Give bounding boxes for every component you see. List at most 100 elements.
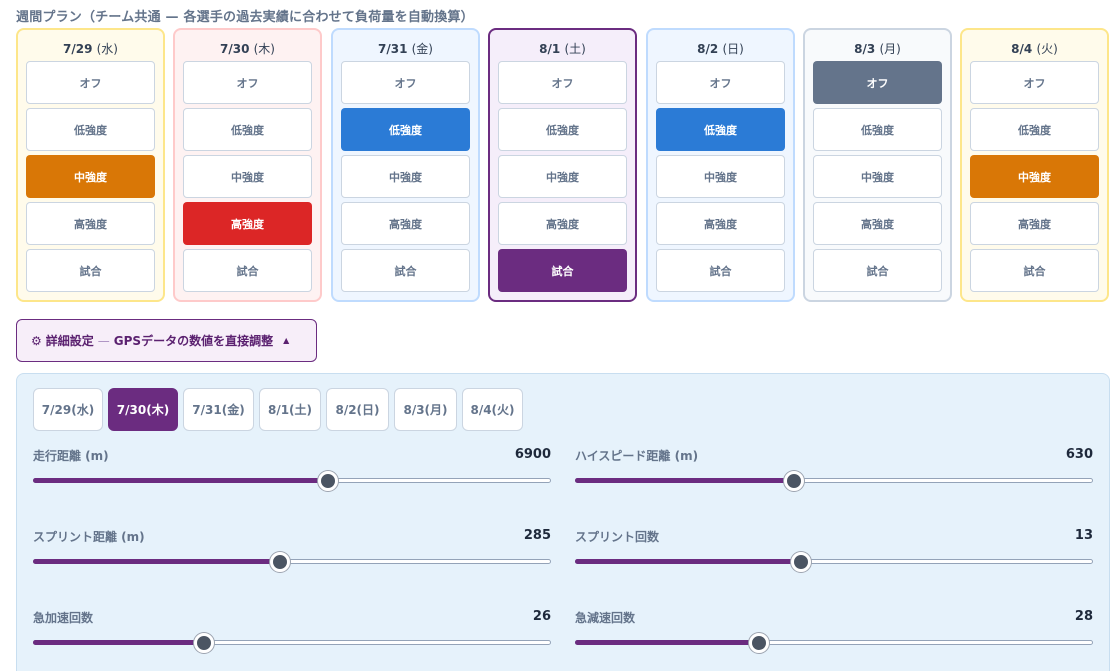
gear-icon: ⚙: [31, 333, 42, 348]
gps-slider: 走行距離 (m) 6900: [33, 447, 551, 517]
day-tab[interactable]: 8/1(土): [259, 388, 321, 431]
day-header: 7/29 (水): [18, 40, 163, 57]
intensity-option[interactable]: 中強度: [498, 155, 627, 198]
slider-track[interactable]: [575, 640, 1093, 645]
day-date: 8/3: [854, 42, 876, 56]
intensity-option[interactable]: 試合: [813, 249, 942, 292]
intensity-option[interactable]: 低強度: [498, 108, 627, 151]
detail-settings-description: GPSデータの数値を直接調整: [113, 334, 274, 348]
day-date: 8/2: [697, 42, 719, 56]
slider-track[interactable]: [575, 559, 1093, 564]
gps-slider: スプリント回数 13: [575, 528, 1093, 598]
intensity-option[interactable]: オフ: [498, 61, 627, 104]
slider-track[interactable]: [33, 559, 551, 564]
slider-value: 13: [1074, 528, 1093, 543]
intensity-option[interactable]: オフ: [970, 61, 1099, 104]
slider-value: 6900: [514, 447, 551, 462]
intensity-option[interactable]: 低強度: [183, 108, 312, 151]
day-column: 8/4 (火) オフ 低強度 中強度 高強度 試合: [960, 28, 1109, 302]
intensity-option[interactable]: オフ: [183, 61, 312, 104]
day-header: 8/3 (月): [805, 40, 950, 57]
day-tab[interactable]: 8/4(火): [462, 388, 523, 431]
slider-label: スプリント距離 (m): [33, 530, 145, 544]
slider-fill: [33, 640, 204, 645]
day-tab[interactable]: 7/30(木): [108, 388, 178, 431]
intensity-option[interactable]: 高強度: [813, 202, 942, 245]
slider-fill: [33, 478, 328, 483]
intensity-option[interactable]: 低強度: [341, 108, 470, 151]
slider-fill: [575, 478, 794, 483]
intensity-option[interactable]: オフ: [813, 61, 942, 104]
intensity-option[interactable]: 中強度: [813, 155, 942, 198]
intensity-option[interactable]: 中強度: [970, 155, 1099, 198]
slider-thumb[interactable]: [193, 633, 214, 653]
day-column: 8/1 (土) オフ 低強度 中強度 高強度 試合: [488, 28, 637, 302]
intensity-option[interactable]: オフ: [26, 61, 155, 104]
day-header: 7/31 (金): [333, 40, 478, 57]
slider-track[interactable]: [575, 478, 1093, 483]
slider-value: 285: [523, 528, 551, 543]
slider-value: 630: [1065, 447, 1093, 462]
slider-value: 28: [1074, 609, 1093, 624]
day-column: 7/30 (木) オフ 低強度 中強度 高強度 試合: [173, 28, 322, 302]
slider-value: 26: [532, 609, 551, 624]
intensity-option[interactable]: 高強度: [26, 202, 155, 245]
detail-settings-toggle[interactable]: ⚙ 詳細設定 — GPSデータの数値を直接調整 ▲: [16, 319, 317, 362]
intensity-option[interactable]: 低強度: [813, 108, 942, 151]
intensity-option[interactable]: 中強度: [656, 155, 785, 198]
detail-settings-panel: 7/29(水) 7/30(木) 7/31(金) 8/1(土) 8/2(日) 8/3(月) 8…: [16, 373, 1110, 671]
slider-label: 走行距離 (m): [33, 449, 109, 463]
day-tab[interactable]: 7/31(金): [183, 388, 254, 431]
intensity-option[interactable]: 試合: [656, 249, 785, 292]
intensity-option[interactable]: 試合: [183, 249, 312, 292]
slider-track[interactable]: [33, 478, 551, 483]
gps-slider: スプリント距離 (m) 285: [33, 528, 551, 598]
intensity-option[interactable]: オフ: [341, 61, 470, 104]
slider-track[interactable]: [33, 640, 551, 645]
intensity-option[interactable]: 高強度: [656, 202, 785, 245]
intensity-option[interactable]: 中強度: [183, 155, 312, 198]
day-column: 8/3 (月) オフ 低強度 中強度 高強度 試合: [803, 28, 952, 302]
day-column: 7/29 (水) オフ 低強度 中強度 高強度 試合: [16, 28, 165, 302]
day-weekday: (木): [253, 42, 275, 56]
intensity-option[interactable]: 高強度: [341, 202, 470, 245]
intensity-option[interactable]: 高強度: [498, 202, 627, 245]
slider-thumb[interactable]: [791, 552, 812, 572]
intensity-option[interactable]: 高強度: [970, 202, 1099, 245]
day-column: 8/2 (日) オフ 低強度 中強度 高強度 試合: [646, 28, 795, 302]
day-date: 7/31: [378, 42, 408, 56]
day-weekday: (金): [411, 42, 433, 56]
slider-fill: [33, 559, 280, 564]
intensity-option[interactable]: 中強度: [341, 155, 470, 198]
intensity-option[interactable]: 高強度: [183, 202, 312, 245]
day-tab[interactable]: 8/3(月): [394, 388, 457, 431]
gps-slider: ハイスピード距離 (m) 630: [575, 447, 1093, 517]
intensity-option[interactable]: オフ: [656, 61, 785, 104]
slider-thumb[interactable]: [748, 633, 769, 653]
day-weekday: (土): [564, 42, 586, 56]
day-weekday: (月): [879, 42, 901, 56]
day-tab[interactable]: 8/2(日): [326, 388, 389, 431]
day-header: 7/30 (木): [175, 40, 320, 57]
intensity-option[interactable]: 低強度: [26, 108, 155, 151]
detail-settings-label: 詳細設定: [45, 334, 94, 348]
slider-fill: [575, 559, 801, 564]
slider-thumb[interactable]: [784, 471, 805, 491]
day-tab[interactable]: 7/29(水): [33, 388, 103, 431]
intensity-option[interactable]: 試合: [341, 249, 470, 292]
weekly-plan-days: 7/29 (水) オフ 低強度 中強度 高強度 試合 7/30 (木) オフ 低強度 中強度 高強度…: [16, 28, 1110, 302]
slider-thumb[interactable]: [270, 552, 291, 572]
day-header: 8/1 (土): [490, 40, 635, 57]
slider-label: 急加速回数: [33, 611, 94, 625]
slider-thumb[interactable]: [318, 471, 339, 491]
slider-label: 急減速回数: [575, 611, 636, 625]
detail-settings-separator: —: [97, 333, 110, 348]
intensity-option[interactable]: 低強度: [656, 108, 785, 151]
intensity-option[interactable]: 試合: [970, 249, 1099, 292]
intensity-option[interactable]: 中強度: [26, 155, 155, 198]
intensity-option[interactable]: 試合: [498, 249, 627, 292]
day-date: 8/4: [1011, 42, 1033, 56]
day-header: 8/2 (日): [648, 40, 793, 57]
intensity-option[interactable]: 低強度: [970, 108, 1099, 151]
intensity-option[interactable]: 試合: [26, 249, 155, 292]
